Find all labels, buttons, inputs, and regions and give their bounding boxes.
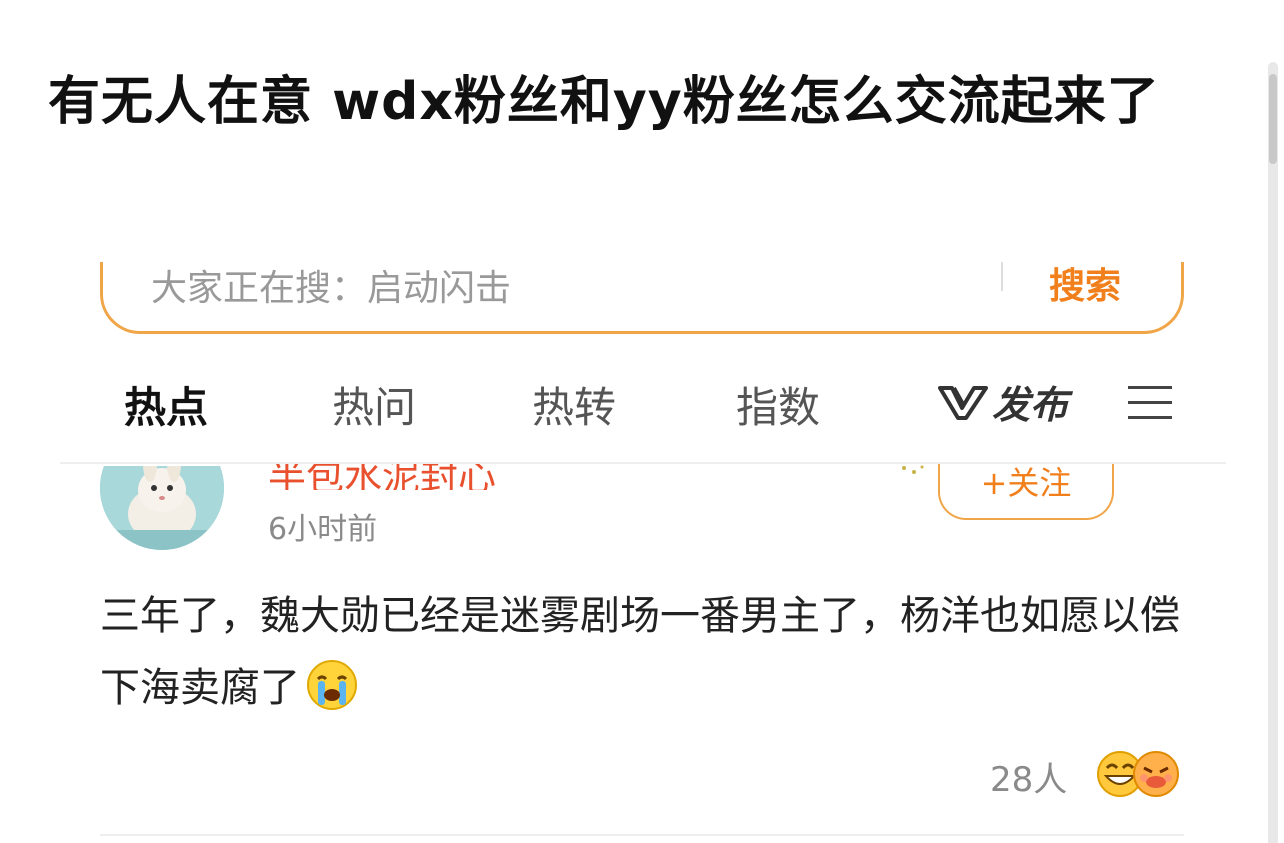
menu-icon[interactable] — [1128, 384, 1172, 424]
post-body: 三年了，魏大勋已经是迷雾剧场一番男主了，杨洋也如愿以偿下海卖腐了 — [100, 580, 1200, 734]
search-button[interactable]: 搜索 — [1049, 262, 1121, 309]
headline-caption: 有无人在意 wdx粉丝和yy粉丝怎么交流起来了 — [48, 72, 1160, 132]
publish-label: 发布 — [992, 383, 1069, 427]
v-logo-icon — [938, 385, 988, 420]
follow-button[interactable]: +关注 — [938, 464, 1114, 520]
post-text: 三年了，魏大勋已经是迷雾剧场一番男主了，杨洋也如愿以偿下海卖腐了 — [100, 593, 1180, 711]
bottom-divider — [100, 834, 1184, 836]
search-placeholder: 大家正在搜：启动闪击 — [151, 268, 512, 309]
crying-emoji-icon — [306, 659, 358, 734]
post-time: 6小时前 — [268, 512, 378, 547]
tab-hot-questions[interactable]: 热问 — [332, 374, 416, 435]
username: 半包水泥封心 — [268, 464, 497, 490]
search-bar[interactable]: 大家正在搜：启动闪击 搜索 — [100, 262, 1186, 336]
laughing-emoji-icon — [1097, 751, 1179, 797]
screenshot-page: 有无人在意 wdx粉丝和yy粉丝怎么交流起来了 大家正在搜：启动闪击 搜索 热点… — [0, 0, 1284, 843]
tab-index[interactable]: 指数 — [736, 374, 820, 435]
sparkle-icon — [898, 462, 928, 486]
reaction-count: 28人 — [990, 760, 1068, 800]
tab-bar: 热点 热问 热转 指数 发布 — [0, 360, 1250, 446]
publish-button[interactable]: 发布 — [938, 374, 1068, 429]
tab-hot[interactable]: 热点 — [124, 374, 208, 435]
avatar-rabbit-image — [100, 466, 224, 550]
scrollbar-thumb[interactable] — [1269, 74, 1277, 164]
username-link[interactable]: 半包水泥封心 — [268, 464, 598, 490]
tab-hot-forwards[interactable]: 热转 — [532, 374, 616, 435]
reaction-emojis[interactable] — [1094, 748, 1186, 804]
scrollbar[interactable] — [1268, 62, 1278, 843]
search-separator — [1001, 262, 1003, 291]
avatar[interactable] — [100, 466, 224, 550]
search-box[interactable]: 大家正在搜：启动闪击 搜索 — [100, 262, 1184, 334]
